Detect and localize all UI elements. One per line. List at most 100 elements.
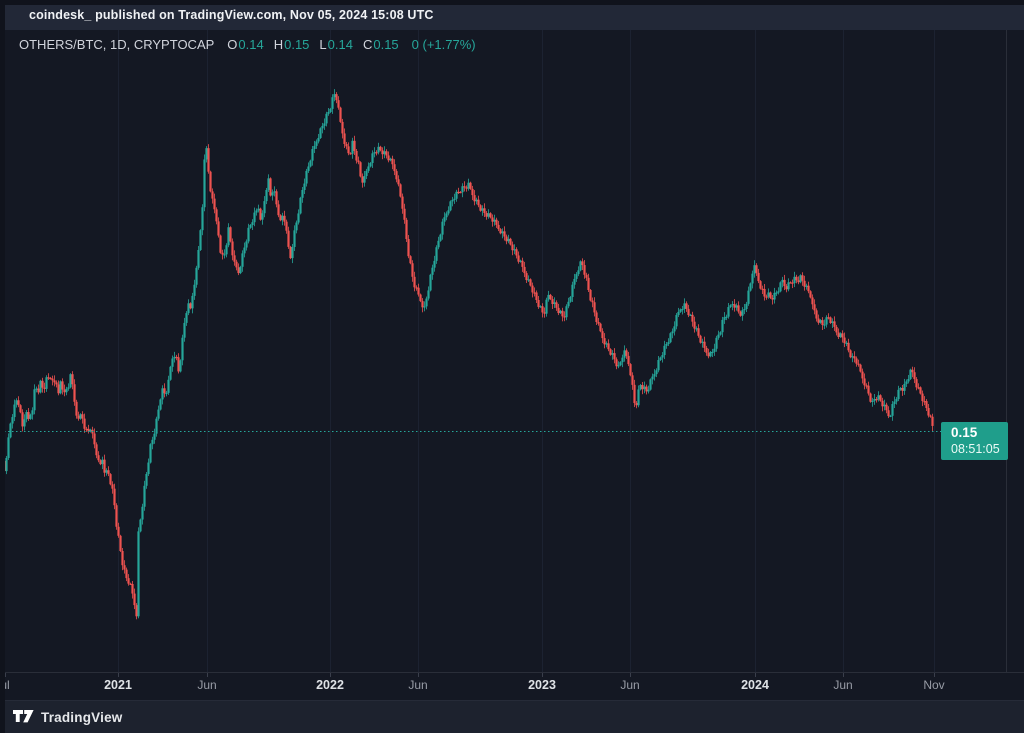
- candle-body: [93, 433, 95, 444]
- candle-body: [587, 278, 589, 290]
- candle-body: [263, 201, 265, 213]
- candle-body: [741, 310, 743, 316]
- candle-body: [739, 312, 741, 316]
- candle-body: [731, 304, 733, 305]
- candle-body: [843, 338, 845, 344]
- candle-body: [845, 343, 847, 344]
- candle-body: [397, 179, 399, 184]
- tradingview-logo-icon[interactable]: [13, 710, 34, 725]
- candle-body: [681, 309, 683, 310]
- candle-body: [589, 290, 591, 301]
- candle-body: [361, 176, 363, 182]
- candle-body: [293, 230, 295, 247]
- candle-body: [797, 280, 799, 282]
- candle-body: [191, 296, 193, 308]
- candle-body: [141, 507, 143, 520]
- candle-body: [411, 263, 413, 277]
- candle-body: [585, 275, 587, 278]
- badge-price: 0.15: [951, 425, 978, 440]
- candle-body: [451, 200, 453, 201]
- candle-wick: [648, 386, 649, 394]
- chart-legend: OTHERS/BTC, 1D, CRYPTOCAP O0.14H0.15L0.1…: [19, 37, 476, 53]
- candle-body: [157, 410, 159, 419]
- candle-body: [81, 414, 83, 418]
- candle-body: [153, 434, 155, 440]
- candle-body: [347, 146, 349, 153]
- x-axis-label: Jun: [197, 678, 216, 692]
- candle-body: [279, 215, 281, 220]
- candle-body: [669, 333, 671, 342]
- price-chart[interactable]: ul2021Jun2022Jun2023Jun2024JunNov 0.15 0…: [0, 0, 1024, 733]
- candle-body: [859, 365, 861, 372]
- candle-body: [401, 197, 403, 209]
- candle-body: [241, 253, 243, 266]
- tradingview-brand-text[interactable]: TradingView: [41, 710, 122, 725]
- candle-body: [539, 306, 541, 307]
- candle-body: [753, 265, 755, 273]
- candle-body: [367, 166, 369, 170]
- candle-body: [383, 151, 385, 154]
- candle-body: [577, 270, 579, 274]
- candle-body: [747, 291, 749, 304]
- candle-body: [13, 405, 15, 418]
- candle-body: [833, 321, 835, 327]
- candle-body: [57, 384, 59, 393]
- candle-body: [657, 360, 659, 370]
- candle-body: [113, 489, 115, 506]
- candle-body: [291, 247, 293, 258]
- candle-wick: [598, 318, 599, 326]
- candle-body: [505, 237, 507, 242]
- time-axis[interactable]: ul2021Jun2022Jun2023Jun2024JunNov: [0, 678, 944, 692]
- candle-body: [773, 293, 775, 300]
- candle-body: [97, 455, 99, 460]
- candle-body: [233, 255, 235, 261]
- candle-body: [637, 389, 639, 405]
- candle-wick: [828, 313, 829, 319]
- candle-wick: [48, 373, 49, 380]
- candle-body: [349, 153, 351, 154]
- candle-body: [455, 192, 457, 199]
- candle-body: [119, 536, 121, 551]
- candle-wick: [358, 157, 359, 165]
- candle-body: [689, 315, 691, 316]
- candle-body: [765, 297, 767, 298]
- candle-body: [395, 171, 397, 179]
- candle-body: [329, 109, 331, 112]
- candle-body: [127, 578, 129, 584]
- candle-body: [769, 292, 771, 298]
- candle-body: [299, 198, 301, 214]
- candle-body: [705, 348, 707, 353]
- candle-body: [771, 298, 773, 300]
- candle-wick: [258, 205, 259, 213]
- candle-wick: [424, 301, 425, 311]
- candle-body: [245, 241, 247, 247]
- candle-body: [345, 144, 347, 146]
- candle-body: [649, 379, 651, 389]
- candle-body: [373, 152, 375, 153]
- candle-body: [569, 297, 571, 302]
- candle-body: [105, 470, 107, 472]
- candle-body: [295, 223, 297, 231]
- candle-body: [385, 151, 387, 155]
- x-axis-label: Nov: [923, 678, 944, 692]
- candle-body: [339, 108, 341, 122]
- candle-body: [545, 300, 547, 314]
- candle-body: [883, 405, 885, 407]
- candle-body: [497, 225, 499, 229]
- candle-body: [851, 356, 853, 357]
- candle-body: [243, 248, 245, 254]
- candle-body: [737, 305, 739, 311]
- candle-body: [437, 241, 439, 247]
- candle-body: [75, 402, 77, 416]
- candle-body: [429, 275, 431, 291]
- candle-body: [853, 356, 855, 358]
- candle-body: [307, 166, 309, 170]
- candle-body: [757, 273, 759, 281]
- candle-body: [53, 380, 55, 382]
- candle-body: [107, 470, 109, 474]
- candle-wick: [52, 376, 53, 386]
- candle-body: [671, 331, 673, 333]
- candle-body: [831, 321, 833, 323]
- candle-body: [807, 286, 809, 292]
- candle-body: [223, 254, 225, 255]
